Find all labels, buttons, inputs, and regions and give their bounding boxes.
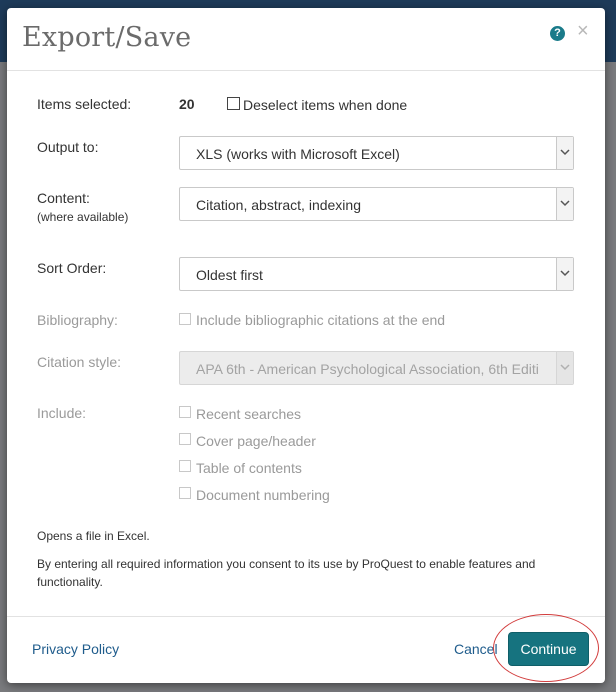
bibliography-option-label: Include bibliographic citations at the e… [196,312,446,328]
content-select[interactable]: Citation, abstract, indexing [179,187,574,221]
include-document-numbering-checkbox[interactable] [179,487,191,499]
sort-order-value: Oldest first [196,267,263,283]
privacy-policy-link[interactable]: Privacy Policy [32,641,119,657]
content-value: Citation, abstract, indexing [196,197,361,213]
continue-button[interactable]: Continue [508,632,589,666]
sort-order-select[interactable]: Oldest first [179,257,574,291]
items-selected-count: 20 [179,96,195,112]
include-cover-page-label: Cover page/header [196,433,316,449]
bibliography-label: Bibliography: [37,312,118,328]
dialog-header: Export/Save ? × [7,8,605,71]
chevron-down-icon [556,188,573,220]
output-to-value: XLS (works with Microsoft Excel) [196,146,400,162]
help-icon[interactable]: ? [550,26,565,41]
content-sublabel: (where available) [37,210,129,224]
chevron-down-icon [556,352,573,384]
cancel-link[interactable]: Cancel [454,641,498,657]
chevron-down-icon [556,137,573,169]
include-recent-searches-checkbox[interactable] [179,406,191,418]
output-to-select[interactable]: XLS (works with Microsoft Excel) [179,136,574,170]
include-cover-page-checkbox[interactable] [179,433,191,445]
chevron-down-icon [556,258,573,290]
items-selected-label: Items selected: [37,96,132,112]
citation-style-select[interactable]: APA 6th - American Psychological Associa… [179,351,574,385]
opens-in-excel-note: Opens a file in Excel. [37,529,150,543]
close-icon[interactable]: × [577,21,589,41]
include-document-numbering-label: Document numbering [196,487,330,503]
dialog-title: Export/Save [22,22,192,53]
citation-style-label: Citation style: [37,354,122,370]
output-to-label: Output to: [37,139,99,155]
content-label: Content: [37,190,90,206]
bibliography-checkbox[interactable] [179,313,191,325]
export-save-dialog: Export/Save ? × Items selected: 20 Desel… [7,8,605,683]
consent-note: By entering all required information you… [37,557,536,589]
include-table-of-contents-checkbox[interactable] [179,460,191,472]
include-recent-searches-label: Recent searches [196,406,302,422]
sort-order-label: Sort Order: [37,260,107,276]
citation-style-value: APA 6th - American Psychological Associa… [196,361,539,377]
deselect-items-checkbox[interactable] [227,97,240,110]
include-label: Include: [37,405,87,421]
deselect-items-label[interactable]: Deselect items when done [243,97,407,113]
include-table-of-contents-label: Table of contents [196,460,302,476]
